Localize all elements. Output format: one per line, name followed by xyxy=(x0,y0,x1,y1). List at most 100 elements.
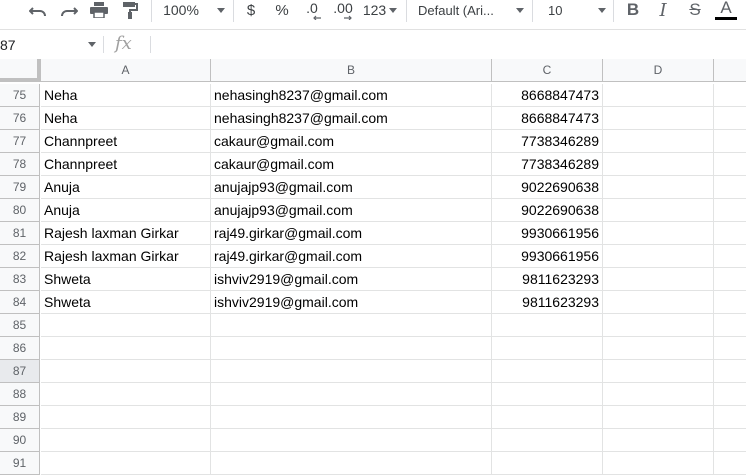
redo-icon[interactable] xyxy=(57,0,81,20)
cell-e-78[interactable] xyxy=(714,153,746,176)
cell-b-79[interactable]: anujajp93@gmail.com xyxy=(211,176,492,199)
cell-c-80[interactable]: 9022690638 xyxy=(492,199,603,222)
cell-d-84[interactable] xyxy=(603,291,714,314)
cell-a-76[interactable]: Neha xyxy=(41,107,211,130)
cell-c-84[interactable]: 9811623293 xyxy=(492,291,603,314)
cell-a-77[interactable]: Channpreet xyxy=(41,130,211,153)
cell-e-90[interactable] xyxy=(714,429,746,452)
row-header[interactable]: 79 xyxy=(0,176,40,199)
cell-b-76[interactable]: nehasingh8237@gmail.com xyxy=(211,107,492,130)
row-header[interactable]: 86 xyxy=(0,337,40,360)
cell-d-90[interactable] xyxy=(603,429,714,452)
undo-icon[interactable] xyxy=(26,0,50,20)
cell-e-89[interactable] xyxy=(714,406,746,429)
cell-e-83[interactable] xyxy=(714,268,746,291)
cell-b-85[interactable] xyxy=(211,314,492,337)
cell-a-75[interactable]: Neha xyxy=(41,84,211,107)
row-header[interactable]: 80 xyxy=(0,199,40,222)
column-header-e[interactable] xyxy=(714,59,746,82)
cell-b-77[interactable]: cakaur@gmail.com xyxy=(211,130,492,153)
row-header[interactable]: 82 xyxy=(0,245,40,268)
cell-c-90[interactable] xyxy=(492,429,603,452)
cell-a-89[interactable] xyxy=(41,406,211,429)
cell-e-77[interactable] xyxy=(714,130,746,153)
currency-format-button[interactable]: $ xyxy=(240,0,262,20)
column-header-a[interactable]: A xyxy=(41,59,211,82)
cell-c-78[interactable]: 7738346289 xyxy=(492,153,603,176)
cell-b-81[interactable]: raj49.girkar@gmail.com xyxy=(211,222,492,245)
cell-e-76[interactable] xyxy=(714,107,746,130)
cell-c-75[interactable]: 8668847473 xyxy=(492,84,603,107)
cell-b-84[interactable]: ishviv2919@gmail.com xyxy=(211,291,492,314)
row-header[interactable]: 88 xyxy=(0,383,40,406)
row-header[interactable]: 91 xyxy=(0,452,40,475)
row-header[interactable]: 83 xyxy=(0,268,40,291)
cell-b-91[interactable] xyxy=(211,452,492,475)
cell-d-75[interactable] xyxy=(603,84,714,107)
cell-d-85[interactable] xyxy=(603,314,714,337)
row-header[interactable]: 85 xyxy=(0,314,40,337)
cell-e-75[interactable] xyxy=(714,84,746,107)
cell-b-80[interactable]: anujajp93@gmail.com xyxy=(211,199,492,222)
cell-b-86[interactable] xyxy=(211,337,492,360)
cell-e-79[interactable] xyxy=(714,176,746,199)
cell-d-81[interactable] xyxy=(603,222,714,245)
column-header-b[interactable]: B xyxy=(211,59,492,82)
row-header[interactable]: 84 xyxy=(0,291,40,314)
row-header[interactable]: 81 xyxy=(0,222,40,245)
cell-c-83[interactable]: 9811623293 xyxy=(492,268,603,291)
row-header[interactable]: 75 xyxy=(0,84,40,107)
cell-b-88[interactable] xyxy=(211,383,492,406)
cell-a-85[interactable] xyxy=(41,314,211,337)
percent-format-button[interactable]: % xyxy=(271,0,293,20)
cell-d-87[interactable] xyxy=(603,360,714,383)
more-formats-button[interactable]: 123 xyxy=(362,0,398,20)
cell-d-83[interactable] xyxy=(603,268,714,291)
cell-b-83[interactable]: ishviv2919@gmail.com xyxy=(211,268,492,291)
font-size-select[interactable]: 10 xyxy=(540,0,606,20)
cell-c-91[interactable] xyxy=(492,452,603,475)
row-header[interactable]: 76 xyxy=(0,107,40,130)
cell-a-86[interactable] xyxy=(41,337,211,360)
cell-c-88[interactable] xyxy=(492,383,603,406)
cell-e-82[interactable] xyxy=(714,245,746,268)
cell-a-88[interactable] xyxy=(41,383,211,406)
font-family-select[interactable]: Default (Ari... xyxy=(418,0,524,20)
zoom-select[interactable]: 100% xyxy=(160,0,228,20)
cell-c-81[interactable]: 9930661956 xyxy=(492,222,603,245)
cell-b-78[interactable]: cakaur@gmail.com xyxy=(211,153,492,176)
cell-d-86[interactable] xyxy=(603,337,714,360)
cell-a-91[interactable] xyxy=(41,452,211,475)
cell-e-81[interactable] xyxy=(714,222,746,245)
row-header[interactable]: 90 xyxy=(0,429,40,452)
cell-d-79[interactable] xyxy=(603,176,714,199)
column-header-c[interactable]: C xyxy=(492,59,603,82)
cell-d-76[interactable] xyxy=(603,107,714,130)
cell-a-83[interactable]: Shweta xyxy=(41,268,211,291)
cell-c-86[interactable] xyxy=(492,337,603,360)
cell-d-82[interactable] xyxy=(603,245,714,268)
cell-c-89[interactable] xyxy=(492,406,603,429)
cell-c-85[interactable] xyxy=(492,314,603,337)
select-all-corner[interactable] xyxy=(0,59,41,82)
cell-e-87[interactable] xyxy=(714,360,746,383)
cell-d-78[interactable] xyxy=(603,153,714,176)
column-header-d[interactable]: D xyxy=(603,59,714,82)
cell-a-79[interactable]: Anuja xyxy=(41,176,211,199)
cell-a-82[interactable]: Rajesh laxman Girkar xyxy=(41,245,211,268)
cell-e-85[interactable] xyxy=(714,314,746,337)
cell-a-78[interactable]: Channpreet xyxy=(41,153,211,176)
cell-d-91[interactable] xyxy=(603,452,714,475)
row-header[interactable]: 77 xyxy=(0,130,40,153)
strikethrough-icon[interactable]: S xyxy=(684,0,706,20)
cell-a-87[interactable] xyxy=(41,360,211,383)
cell-b-82[interactable]: raj49.girkar@gmail.com xyxy=(211,245,492,268)
bold-icon[interactable]: B xyxy=(622,0,644,20)
cell-c-79[interactable]: 9022690638 xyxy=(492,176,603,199)
decrease-decimal-button[interactable]: .0 xyxy=(300,0,324,20)
cell-e-86[interactable] xyxy=(714,337,746,360)
cell-c-82[interactable]: 9930661956 xyxy=(492,245,603,268)
cell-d-80[interactable] xyxy=(603,199,714,222)
increase-decimal-button[interactable]: .00 xyxy=(330,0,356,20)
cell-c-77[interactable]: 7738346289 xyxy=(492,130,603,153)
